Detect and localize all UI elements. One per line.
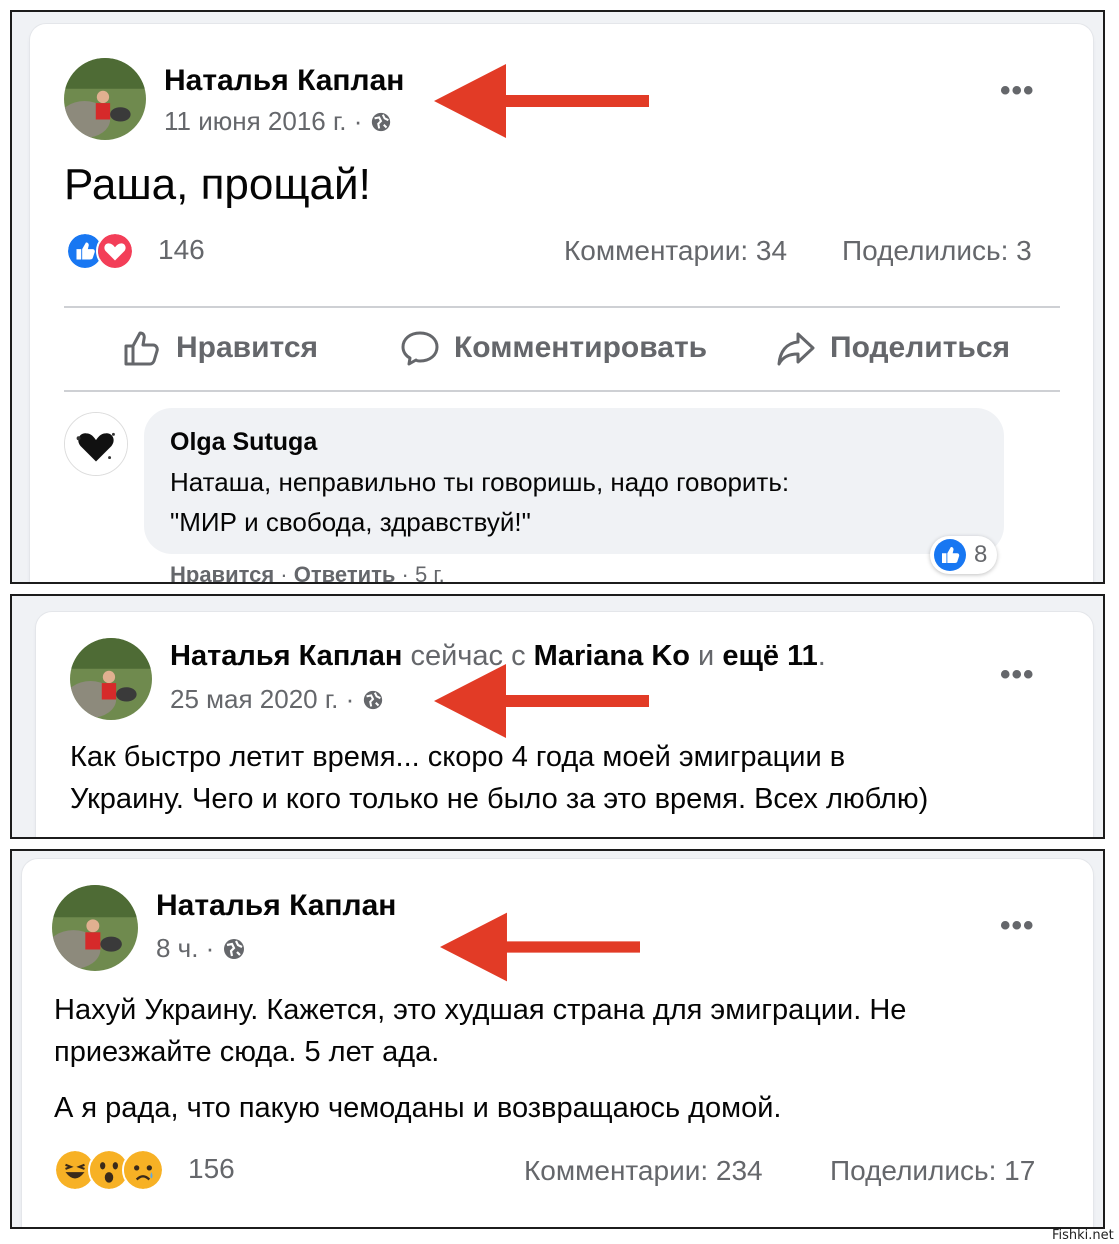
author-avatar[interactable] (64, 58, 146, 140)
shares-count[interactable]: Поделились: 3 (842, 235, 1032, 267)
screenshot-panel-2: Наталья Каплан сейчас с Mariana Ko и ещё… (10, 594, 1105, 839)
reactions-count: 146 (158, 234, 205, 265)
share-button[interactable]: Поделиться (776, 328, 1010, 368)
screenshot-panel-1: Наталья Каплан 11 июня 2016 г. · ••• Раш… (10, 10, 1105, 584)
author-avatar[interactable] (52, 885, 138, 971)
post-timestamp[interactable]: 8 ч. · (156, 933, 246, 964)
author-name[interactable]: Наталья Каплан (164, 64, 404, 98)
reactions-count: 156 (188, 1153, 235, 1184)
globe-icon (224, 938, 245, 959)
reactions-summary[interactable]: 146 (66, 232, 205, 272)
red-arrow (434, 664, 649, 738)
comment-bubble-icon (401, 331, 439, 366)
reactions-summary[interactable]: 156 (54, 1149, 254, 1191)
post-text: Раша, прощай! (64, 160, 371, 209)
sad-reaction-icon (122, 1149, 164, 1191)
comment-age: · 5 г. (401, 562, 445, 584)
globe-icon (364, 690, 383, 709)
author-name[interactable]: Наталья Каплан (156, 889, 396, 923)
red-arrow (440, 912, 640, 982)
screenshot-panel-3: Наталья Каплан 8 ч. · ••• Нахуй Украину.… (10, 849, 1105, 1229)
post-text: Как быстро летит время... скоро 4 года м… (70, 741, 929, 815)
globe-icon (372, 112, 391, 131)
comment-reply-link[interactable]: Ответить (294, 562, 396, 582)
more-options-icon[interactable]: ••• (1000, 909, 1035, 943)
comment-like-link[interactable]: Нравится (170, 562, 274, 582)
divider (64, 306, 1060, 308)
commenter-avatar[interactable] (64, 412, 128, 476)
more-options-icon[interactable]: ••• (1000, 658, 1035, 692)
post-timestamp[interactable]: 25 мая 2020 г. · (170, 684, 384, 715)
tagged-others[interactable]: ещё 11 (722, 640, 817, 672)
watermark: Fishki.net (1052, 1228, 1114, 1243)
post-timestamp[interactable]: 11 июня 2016 г. · (164, 106, 392, 137)
comment-text: Наташа, неправильно ты говоришь, надо го… (170, 467, 790, 537)
red-arrow (434, 64, 649, 138)
share-arrow-icon (777, 332, 815, 366)
more-options-icon[interactable]: ••• (1000, 74, 1035, 108)
comments-count[interactable]: Комментарии: 234 (524, 1155, 763, 1187)
comments-count[interactable]: Комментарии: 34 (564, 235, 787, 267)
divider (64, 390, 1060, 392)
comment-button[interactable]: Комментировать (400, 328, 707, 368)
author-name[interactable]: Наталья Каплан (170, 640, 402, 672)
comment-reactions[interactable]: 8 (930, 536, 998, 574)
like-button[interactable]: Нравится (122, 328, 318, 368)
author-avatar[interactable] (70, 638, 152, 720)
comment-actions: Нравится · Ответить · 5 г. (170, 562, 445, 584)
shares-count[interactable]: Поделились: 17 (830, 1155, 1035, 1187)
love-reaction-icon (96, 232, 134, 270)
thumbs-up-icon (124, 331, 159, 366)
commenter-name[interactable]: Olga Sutuga (170, 428, 317, 457)
post-text: Нахуй Украину. Кажется, это худшая стран… (54, 994, 907, 1124)
like-reaction-icon (934, 539, 966, 571)
